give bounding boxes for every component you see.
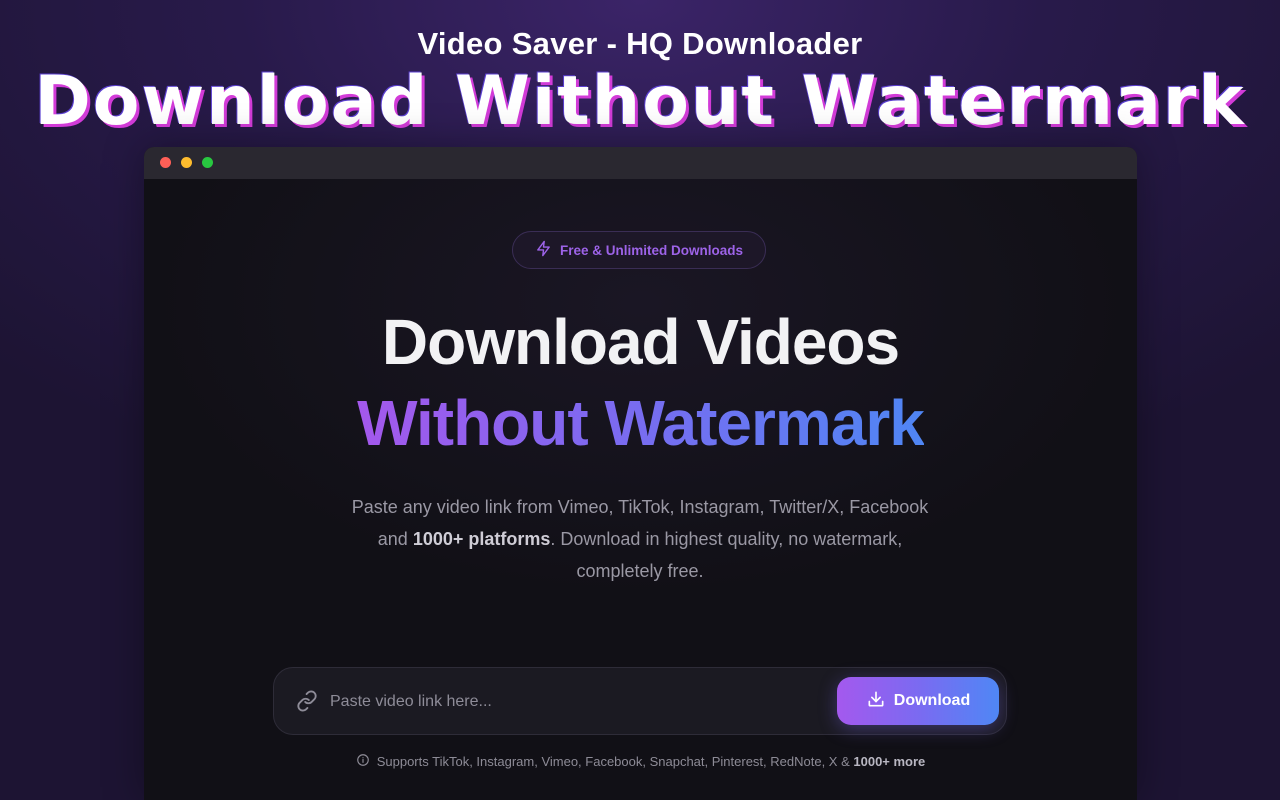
minimize-window-button[interactable]	[181, 157, 192, 168]
video-link-input[interactable]	[328, 684, 832, 720]
free-badge: Free & Unlimited Downloads	[512, 231, 766, 269]
description-bold: 1000+ platforms	[412, 529, 551, 549]
download-button[interactable]: Download	[837, 677, 999, 725]
hero-heading-gradient: Without Watermark	[144, 386, 1137, 460]
supports-text: Supports TikTok, Instagram, Vimeo, Faceb…	[376, 754, 854, 769]
page-content: Free & Unlimited Downloads Download Vide…	[144, 179, 1137, 800]
supports-bold: 1000+ more	[853, 754, 926, 769]
hero-heading-gradient-text: Without Watermark	[357, 387, 925, 459]
browser-window: Free & Unlimited Downloads Download Vide…	[144, 147, 1137, 800]
url-input-bar: Download	[273, 667, 1007, 735]
hero-description: Paste any video link from Vimeo, TikTok,…	[340, 491, 940, 587]
supports-text-wrap: Supports TikTok, Instagram, Vimeo, Faceb…	[377, 754, 926, 769]
link-icon	[296, 690, 318, 712]
download-icon	[866, 689, 886, 714]
badge-label: Free & Unlimited Downloads	[559, 242, 744, 258]
download-button-label: Download	[893, 692, 971, 709]
supported-platforms-note: Supports TikTok, Instagram, Vimeo, Faceb…	[144, 753, 1137, 770]
info-icon	[356, 753, 370, 770]
browser-titlebar	[144, 147, 1137, 179]
hero-heading: Download Videos	[381, 306, 900, 378]
lightning-icon	[535, 240, 552, 260]
close-window-button[interactable]	[160, 157, 171, 168]
maximize-window-button[interactable]	[202, 157, 213, 168]
description-part2: . Download in highest quality, no waterm…	[550, 529, 903, 581]
promo-subtitle: Video Saver - HQ Downloader	[417, 26, 863, 61]
promo-title: Download Without Watermark	[34, 62, 1246, 141]
